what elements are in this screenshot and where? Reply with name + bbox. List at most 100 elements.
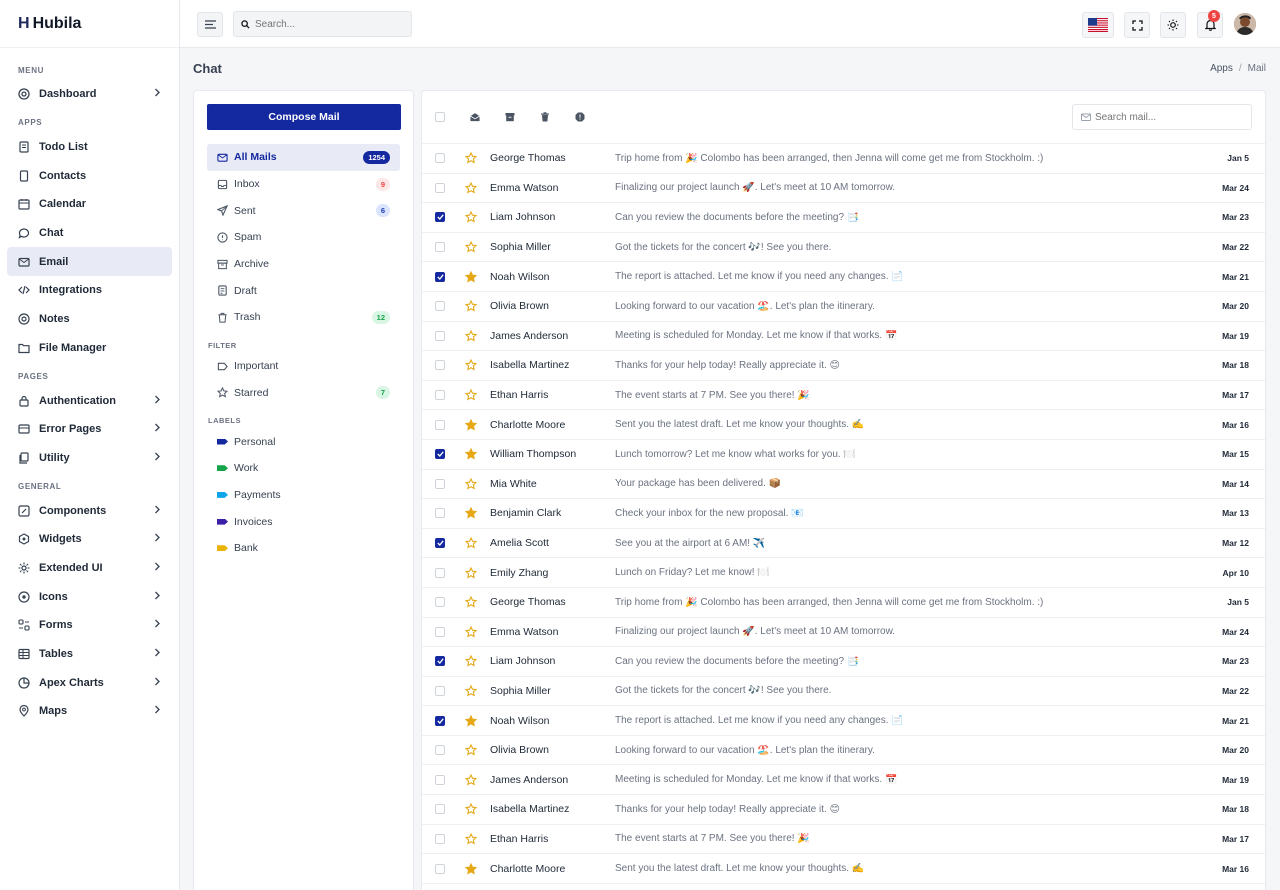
mail-label-bank[interactable]: Bank (207, 535, 400, 562)
row-checkbox[interactable] (435, 360, 445, 371)
mail-folder-important[interactable]: Important (207, 353, 400, 380)
row-checkbox[interactable] (435, 301, 445, 312)
mail-label-payments[interactable]: Payments (207, 482, 400, 509)
row-checkbox[interactable] (435, 390, 445, 401)
row-checkbox[interactable] (435, 449, 445, 460)
mail-row[interactable]: Sophia Miller Got the tickets for the co… (422, 677, 1265, 707)
star-outline-icon[interactable] (465, 152, 477, 164)
star-outline-icon[interactable] (465, 329, 477, 342)
row-checkbox[interactable] (435, 478, 445, 489)
mail-row[interactable]: George Thomas Trip home from 🎉 Colombo h… (422, 588, 1265, 618)
mail-row[interactable]: Ethan Harris The event starts at 7 PM. S… (422, 381, 1265, 411)
row-checkbox[interactable] (435, 715, 445, 726)
mail-row[interactable]: Emily Zhang Lunch on Friday? Let me know… (422, 558, 1265, 588)
mail-row[interactable]: Sophia Miller Got the tickets for the co… (422, 233, 1265, 263)
sidebar-item-maps[interactable]: Maps (7, 697, 172, 726)
row-checkbox[interactable] (435, 597, 445, 608)
star-outline-icon[interactable] (465, 684, 477, 697)
star-filled-icon[interactable] (465, 418, 477, 431)
global-search-input[interactable] (255, 18, 405, 30)
row-checkbox[interactable] (435, 774, 445, 785)
sidebar-item-todo-list[interactable]: Todo List (7, 133, 172, 162)
row-checkbox[interactable] (435, 626, 445, 637)
row-checkbox[interactable] (435, 330, 445, 341)
row-checkbox[interactable] (435, 745, 445, 756)
row-checkbox[interactable] (435, 804, 445, 815)
row-checkbox[interactable] (435, 656, 445, 667)
mail-folder-spam[interactable]: Spam (207, 224, 400, 251)
mail-row[interactable]: Charlotte Moore Sent you the latest draf… (422, 410, 1265, 440)
star-outline-icon[interactable] (465, 477, 477, 490)
report-spam-icon[interactable] (575, 112, 585, 122)
mail-label-invoices[interactable]: Invoices (207, 508, 400, 535)
mail-search[interactable] (1072, 104, 1252, 130)
select-all-checkbox[interactable] (435, 112, 445, 122)
mail-row[interactable]: Noah Wilson The report is attached. Let … (422, 262, 1265, 292)
star-outline-icon[interactable] (465, 596, 477, 608)
star-outline-icon[interactable] (465, 625, 477, 638)
breadcrumb-apps[interactable]: Apps (1210, 63, 1233, 74)
sidebar-item-apex-charts[interactable]: Apex Charts (7, 668, 172, 697)
mail-search-input[interactable] (1095, 111, 1245, 123)
language-selector[interactable] (1082, 12, 1114, 38)
user-avatar[interactable] (1234, 13, 1256, 35)
mail-row[interactable]: Liam Johnson Can you review the document… (422, 203, 1265, 233)
mail-row[interactable]: James Anderson Meeting is scheduled for … (422, 322, 1265, 352)
row-checkbox[interactable] (435, 212, 445, 223)
sidebar-item-components[interactable]: Components (7, 496, 172, 525)
star-outline-icon[interactable] (465, 300, 477, 312)
row-checkbox[interactable] (435, 271, 445, 282)
mail-row[interactable]: Liam Johnson Can you review the document… (422, 647, 1265, 677)
sidebar-item-error-pages[interactable]: Error Pages (7, 415, 172, 444)
star-outline-icon[interactable] (465, 773, 477, 786)
star-filled-icon[interactable] (465, 507, 477, 519)
mail-row[interactable]: Isabella Martinez Thanks for your help t… (422, 795, 1265, 825)
star-filled-icon[interactable] (465, 862, 477, 875)
mail-row[interactable]: Amelia Scott See you at the airport at 6… (422, 529, 1265, 559)
mail-folder-sent[interactable]: Sent 6 (207, 197, 400, 224)
mail-row[interactable]: William Thompson Lunch tomorrow? Let me … (422, 440, 1265, 470)
sidebar-item-widgets[interactable]: Widgets (7, 525, 172, 554)
row-checkbox[interactable] (435, 508, 445, 519)
row-checkbox[interactable] (435, 242, 445, 253)
row-checkbox[interactable] (435, 685, 445, 696)
mail-row[interactable]: Ethan Harris The event starts at 7 PM. S… (422, 825, 1265, 855)
mail-label-personal[interactable]: Personal (207, 428, 400, 455)
mail-row[interactable]: George Thomas Trip home from 🎉 Colombo h… (422, 144, 1265, 174)
star-outline-icon[interactable] (465, 832, 477, 845)
star-outline-icon[interactable] (465, 566, 477, 579)
mail-row[interactable]: Charlotte Moore Sent you the latest draf… (422, 854, 1265, 884)
mail-row[interactable]: Olivia Brown Looking forward to our vaca… (422, 736, 1265, 766)
theme-toggle-button[interactable] (1160, 12, 1186, 38)
sidebar-item-contacts[interactable]: Contacts (7, 161, 172, 190)
global-search[interactable] (233, 11, 412, 37)
mail-row[interactable]: Emma Watson Finalizing our project launc… (422, 618, 1265, 648)
star-filled-icon[interactable] (465, 714, 477, 727)
sidebar-item-chat[interactable]: Chat (7, 219, 172, 248)
fullscreen-button[interactable] (1124, 12, 1150, 38)
sidebar-item-file-manager[interactable]: File Manager (7, 334, 172, 363)
mail-folder-archive[interactable]: Archive (207, 251, 400, 278)
menu-toggle-button[interactable] (197, 12, 223, 37)
sidebar-item-utility[interactable]: Utility (7, 444, 172, 473)
star-outline-icon[interactable] (465, 211, 477, 224)
mail-row[interactable]: Emma Watson Finalizing our project launc… (422, 174, 1265, 204)
row-checkbox[interactable] (435, 538, 445, 549)
mail-label-work[interactable]: Work (207, 455, 400, 482)
sidebar-item-tables[interactable]: Tables (7, 640, 172, 669)
mail-row[interactable]: Noah Wilson The report is attached. Let … (422, 706, 1265, 736)
sidebar-item-email[interactable]: Email (7, 247, 172, 277)
star-outline-icon[interactable] (465, 389, 477, 401)
sidebar-item-forms[interactable]: Forms (7, 611, 172, 640)
row-checkbox[interactable] (435, 833, 445, 844)
mail-folder-draft[interactable]: Draft (207, 277, 400, 304)
mail-row[interactable]: Mia White Your package has been delivere… (422, 470, 1265, 500)
sidebar-item-icons[interactable]: Icons (7, 582, 172, 611)
mail-row[interactable]: James Anderson Meeting is scheduled for … (422, 765, 1265, 796)
mail-row[interactable]: Olivia Brown Looking forward to our vaca… (422, 292, 1265, 322)
compose-mail-button[interactable]: Compose Mail (207, 104, 401, 130)
star-outline-icon[interactable] (465, 181, 477, 194)
notifications-button[interactable]: 5 (1197, 10, 1223, 38)
sidebar-item-integrations[interactable]: Integrations (7, 276, 172, 305)
mail-folder-inbox[interactable]: Inbox 9 (207, 171, 400, 198)
